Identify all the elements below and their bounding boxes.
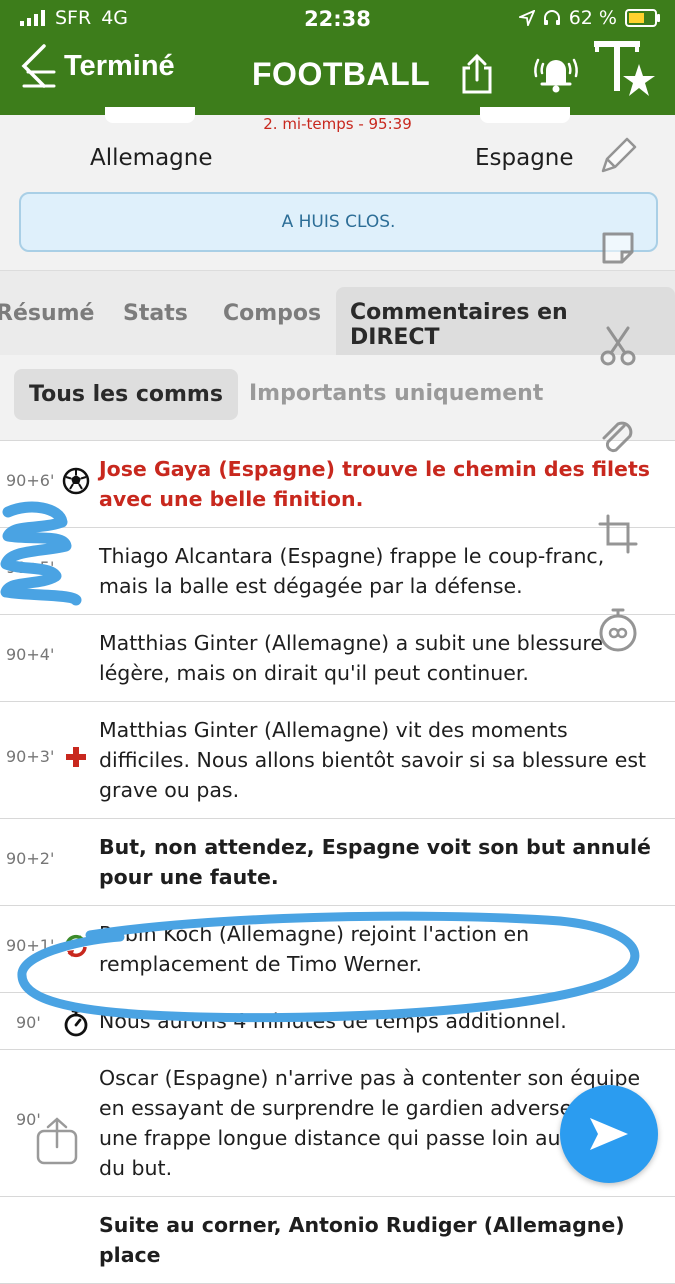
substitution-icon [61,931,91,961]
sticker-icon[interactable] [592,222,644,274]
event-minute: 90' [16,1013,41,1032]
timer-loop-icon[interactable] [592,604,644,656]
feed-row[interactable]: Suite au corner, Antonio Rudiger (Allema… [0,1197,675,1284]
back-arrow-icon [21,44,56,88]
event-minute: 90+4' [6,645,55,664]
feed-row[interactable]: 90+5' Thiago Alcantara (Espagne) frappe … [0,528,675,615]
home-team-name[interactable]: Allemagne [90,145,213,171]
event-text: Matthias Ginter (Allemagne) a subit une … [99,631,604,685]
markup-toolbar [592,130,652,670]
comment-filters: Tous les comms Importants uniquement [0,355,675,439]
feed-row[interactable]: 90+3' Matthias Ginter (Allemagne) vit de… [0,702,675,819]
feed-row[interactable]: 90+1' Robin Koch (Allemagne) rejoint l'a… [0,906,675,993]
event-text: Robin Koch (Allemagne) rejoint l'action … [99,922,530,976]
filter-important-only[interactable]: Importants uniquement [249,381,543,406]
scissors-icon[interactable] [592,320,644,372]
event-text: Nous aurons 4 minutes de temps additionn… [99,1009,567,1033]
notification-bell-icon[interactable] [530,52,582,94]
match-header: 2. mi-temps - 95:39 Allemagne Espagne [0,107,675,195]
status-right: 62 % [518,7,660,29]
event-text: Matthias Ginter (Allemagne) vit des mome… [99,718,647,802]
soccer-ball-icon [61,466,91,496]
paperclip-icon[interactable] [592,412,644,464]
nav-bar: Terminé FOOTBALL [0,38,675,115]
app-header: SFR 4G 22:38 62 % Terminé FOOTBALL [0,0,675,115]
send-button[interactable] [560,1085,658,1183]
status-bar: SFR 4G 22:38 62 % [0,0,675,38]
feed-row[interactable]: 90+2' But, non attendez, Espagne voit so… [0,819,675,906]
headphones-icon [543,10,560,25]
share-export-icon[interactable] [34,1115,80,1165]
text-favorite-icon[interactable] [593,38,659,100]
away-team-name[interactable]: Espagne [475,145,574,171]
event-minute: 90+3' [6,747,55,766]
event-text: But, non attendez, Espagne voit son but … [99,835,651,889]
tab-resume[interactable]: Résumé [0,301,94,326]
feed-row[interactable]: 90+6' Jose Gaya (Espagne) trouve le chem… [0,441,675,528]
location-arrow-icon [518,10,535,26]
feed-row[interactable]: 90' Nous aurons 4 minutes de temps addit… [0,993,675,1050]
event-text: Jose Gaya (Espagne) trouve le chemin des… [99,457,650,511]
battery-percent: 62 % [568,7,617,29]
stopwatch-icon [61,1008,91,1038]
event-minute: 90+2' [6,849,55,868]
filter-all-comments[interactable]: Tous les comms [14,369,238,420]
pencil-icon[interactable] [592,130,644,182]
page-title: FOOTBALL [252,56,431,92]
crop-icon[interactable] [592,508,644,560]
send-arrow-icon [590,1118,628,1150]
tab-bar: Résumé Stats Compos Commentaires en DIRE… [0,270,675,363]
event-minute: 90+5' [6,558,55,577]
event-text: Thiago Alcantara (Espagne) frappe le cou… [99,544,605,598]
event-text: Suite au corner, Antonio Rudiger (Allema… [99,1213,625,1267]
share-icon[interactable] [460,54,494,94]
battery-icon [625,9,660,27]
medical-cross-icon [61,742,91,772]
battery-level [629,13,644,23]
back-label: Terminé [64,49,175,82]
feed-row[interactable]: 90+4' Matthias Ginter (Allemagne) a subi… [0,615,675,702]
match-period: 2. mi-temps - 95:39 [263,115,412,133]
tab-compos[interactable]: Compos [223,301,321,326]
back-button[interactable]: Terminé [18,42,175,90]
tab-stats[interactable]: Stats [123,301,188,326]
event-minute: 90+6' [6,471,55,490]
notice-banner: A HUIS CLOS. [19,192,658,252]
event-minute: 90+1' [6,936,55,955]
